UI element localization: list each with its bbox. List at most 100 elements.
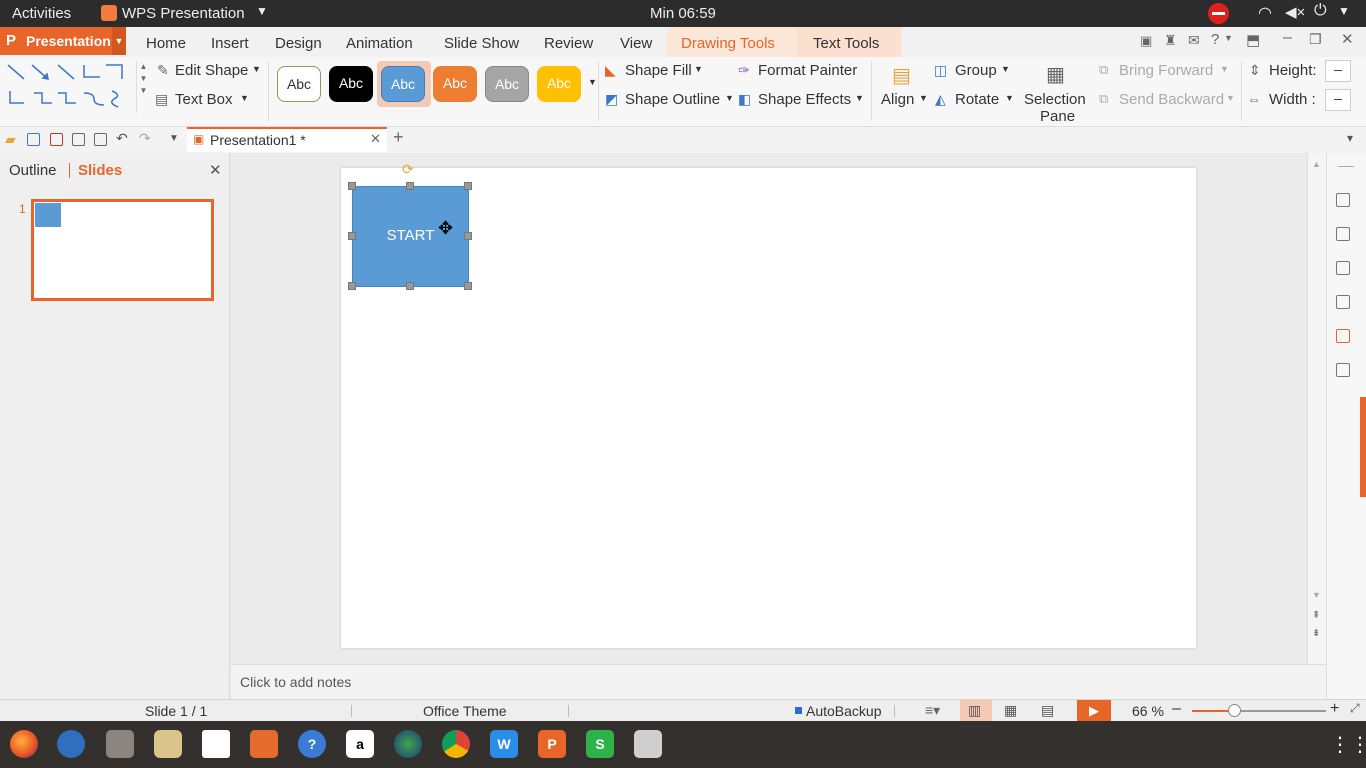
chevron-down-icon[interactable]: ▼ [725,93,734,103]
text-box-button[interactable]: Text Box [175,91,233,108]
chevron-down-icon[interactable]: ▼ [256,4,268,18]
scroll-up-icon[interactable]: ▲ [1312,159,1321,169]
wps-presentation-dock-icon[interactable]: P [538,730,566,758]
chevron-down-icon[interactable]: ▼ [112,27,126,55]
save-icon[interactable] [27,133,40,146]
print-icon[interactable] [72,133,85,146]
gallery-scroll[interactable]: ▲ ▼ ▼ [136,61,150,113]
libreoffice-writer-icon[interactable] [202,730,230,758]
shape-fill-button[interactable]: Shape Fill [625,62,692,79]
export-pdf-icon[interactable] [50,133,63,146]
format-painter-button[interactable]: Format Painter [758,62,857,79]
chevron-down-icon[interactable]: ▼ [252,64,261,74]
software-center-icon[interactable] [250,730,278,758]
wps-writer-icon[interactable]: W [490,730,518,758]
properties-icon[interactable] [1336,295,1350,309]
redo-icon[interactable]: ↷ [139,130,151,147]
tab-animation[interactable]: Animation [346,35,413,52]
zoom-level[interactable]: 66 % [1132,703,1164,719]
resize-handle[interactable] [348,282,356,290]
collapse-ribbon-icon[interactable]: ⬒ [1246,31,1260,49]
vertical-scrollbar[interactable]: ▲ ▼ ⇞ ⇟ [1307,153,1326,664]
style-sample-blue[interactable]: Abc [381,66,425,102]
tab-home[interactable]: Home [146,35,186,52]
notes-toggle-icon[interactable]: ≡▾ [925,702,940,719]
chevron-down-icon[interactable]: ▼ [855,93,864,103]
group-button[interactable]: Group [955,62,997,79]
task-pane-expand-tab[interactable] [1360,397,1366,497]
edit-shape-button[interactable]: Edit Shape [175,62,248,79]
tab-design[interactable]: Design [275,35,322,52]
rotate-handle-icon[interactable]: ⟳ [402,161,414,178]
files-icon[interactable] [106,730,134,758]
screenshot-camera-icon[interactable] [634,730,662,758]
send-backward-button[interactable]: Send Backward [1119,91,1224,108]
style-sample-orange[interactable]: Abc [433,66,477,102]
backup-icon[interactable] [1336,363,1350,377]
volume-muted-icon[interactable]: ◀× [1285,3,1305,21]
width-field[interactable]: – [1325,89,1351,111]
chevron-down-icon[interactable]: ▼ [240,93,249,103]
print-preview-icon[interactable] [94,133,107,146]
height-field[interactable]: – [1325,60,1351,82]
autobackup-button[interactable]: AutoBackup [806,703,882,719]
find-document-icon[interactable] [1336,329,1350,343]
clock[interactable]: Min 06:59 [650,5,716,22]
zoom-out-icon[interactable]: – [1172,700,1181,718]
chevron-down-icon[interactable]: ▼ [919,93,928,103]
tab-drawing-tools-label[interactable]: Drawing Tools [681,35,775,52]
theme-name[interactable]: Office Theme [423,703,507,719]
fit-window-icon[interactable]: ⤢ [1350,701,1360,716]
minimize-icon[interactable]: – [1283,29,1292,47]
do-not-disturb-icon[interactable] [1208,3,1229,24]
rhythmbox-icon[interactable] [154,730,182,758]
resize-handle[interactable] [464,282,472,290]
help-icon[interactable]: ? [1211,31,1219,48]
selection-pane-button[interactable]: Selection [1024,91,1086,108]
zoom-in-icon[interactable]: + [1330,700,1339,718]
notes-pane[interactable]: Click to add notes [231,664,1326,699]
document-tab[interactable]: ▣ Presentation1 * ✕ [187,127,387,152]
close-tab-icon[interactable]: ✕ [370,131,381,147]
power-icon[interactable]: ⏻ [1314,2,1327,20]
tab-insert[interactable]: Insert [211,35,249,52]
amazon-icon[interactable]: a [346,730,374,758]
slide-canvas[interactable]: START ⟳ ✥ [341,161,1196,648]
shape-outline-button[interactable]: Shape Outline [625,91,720,108]
app-menu[interactable]: WPS Presentation [122,5,245,22]
firefox-icon[interactable] [10,730,38,758]
resize-handle[interactable] [406,182,414,190]
normal-view-icon[interactable]: ▥ [968,702,981,719]
resize-handle[interactable] [348,182,356,190]
line-shapes-gallery[interactable] [4,61,134,115]
resize-handle[interactable] [464,182,472,190]
restore-icon[interactable]: ❐ [1309,31,1322,48]
scroll-down-icon[interactable]: ▼ [1312,590,1321,600]
new-document-icon[interactable] [1336,193,1350,207]
zoom-slider[interactable] [1192,704,1326,717]
resize-handle[interactable] [348,232,356,240]
chevron-down-icon[interactable]: ▼ [1224,33,1233,43]
show-applications-icon[interactable]: ⋮⋮ [1330,732,1366,757]
customize-dropdown-icon[interactable]: ▼ [169,133,179,144]
presentation-menu-button[interactable]: P Presentation ▼ [0,27,126,55]
slide-sorter-icon[interactable]: ▦ [1004,702,1017,719]
tab-slide-show[interactable]: Slide Show [444,35,519,52]
chrome-icon[interactable] [442,730,470,758]
selection-pane-button-line2[interactable]: Pane [1040,108,1075,125]
shapes-pane-icon[interactable] [1336,227,1350,241]
close-pane-icon[interactable]: ✕ [209,161,222,179]
undo-icon[interactable]: ↶ [116,130,128,147]
tab-text-tools-label[interactable]: Text Tools [813,35,879,52]
style-gallery-more-icon[interactable]: ▼ [588,77,597,87]
style-sample-gray[interactable]: Abc [485,66,529,102]
thunderbird-icon[interactable] [57,730,85,758]
skin-icon[interactable]: ▣ [1140,33,1152,49]
next-slide-icon[interactable]: ⇟ [1312,628,1320,639]
tab-review[interactable]: Review [544,35,593,52]
close-icon[interactable]: ✕ [1341,30,1354,48]
ribbon-options-icon[interactable]: ▾ [1347,131,1353,145]
style-sample-gold[interactable]: Abc [537,66,581,102]
style-sample-black[interactable]: Abc [329,66,373,102]
reading-view-icon[interactable]: ▤ [1041,702,1054,719]
